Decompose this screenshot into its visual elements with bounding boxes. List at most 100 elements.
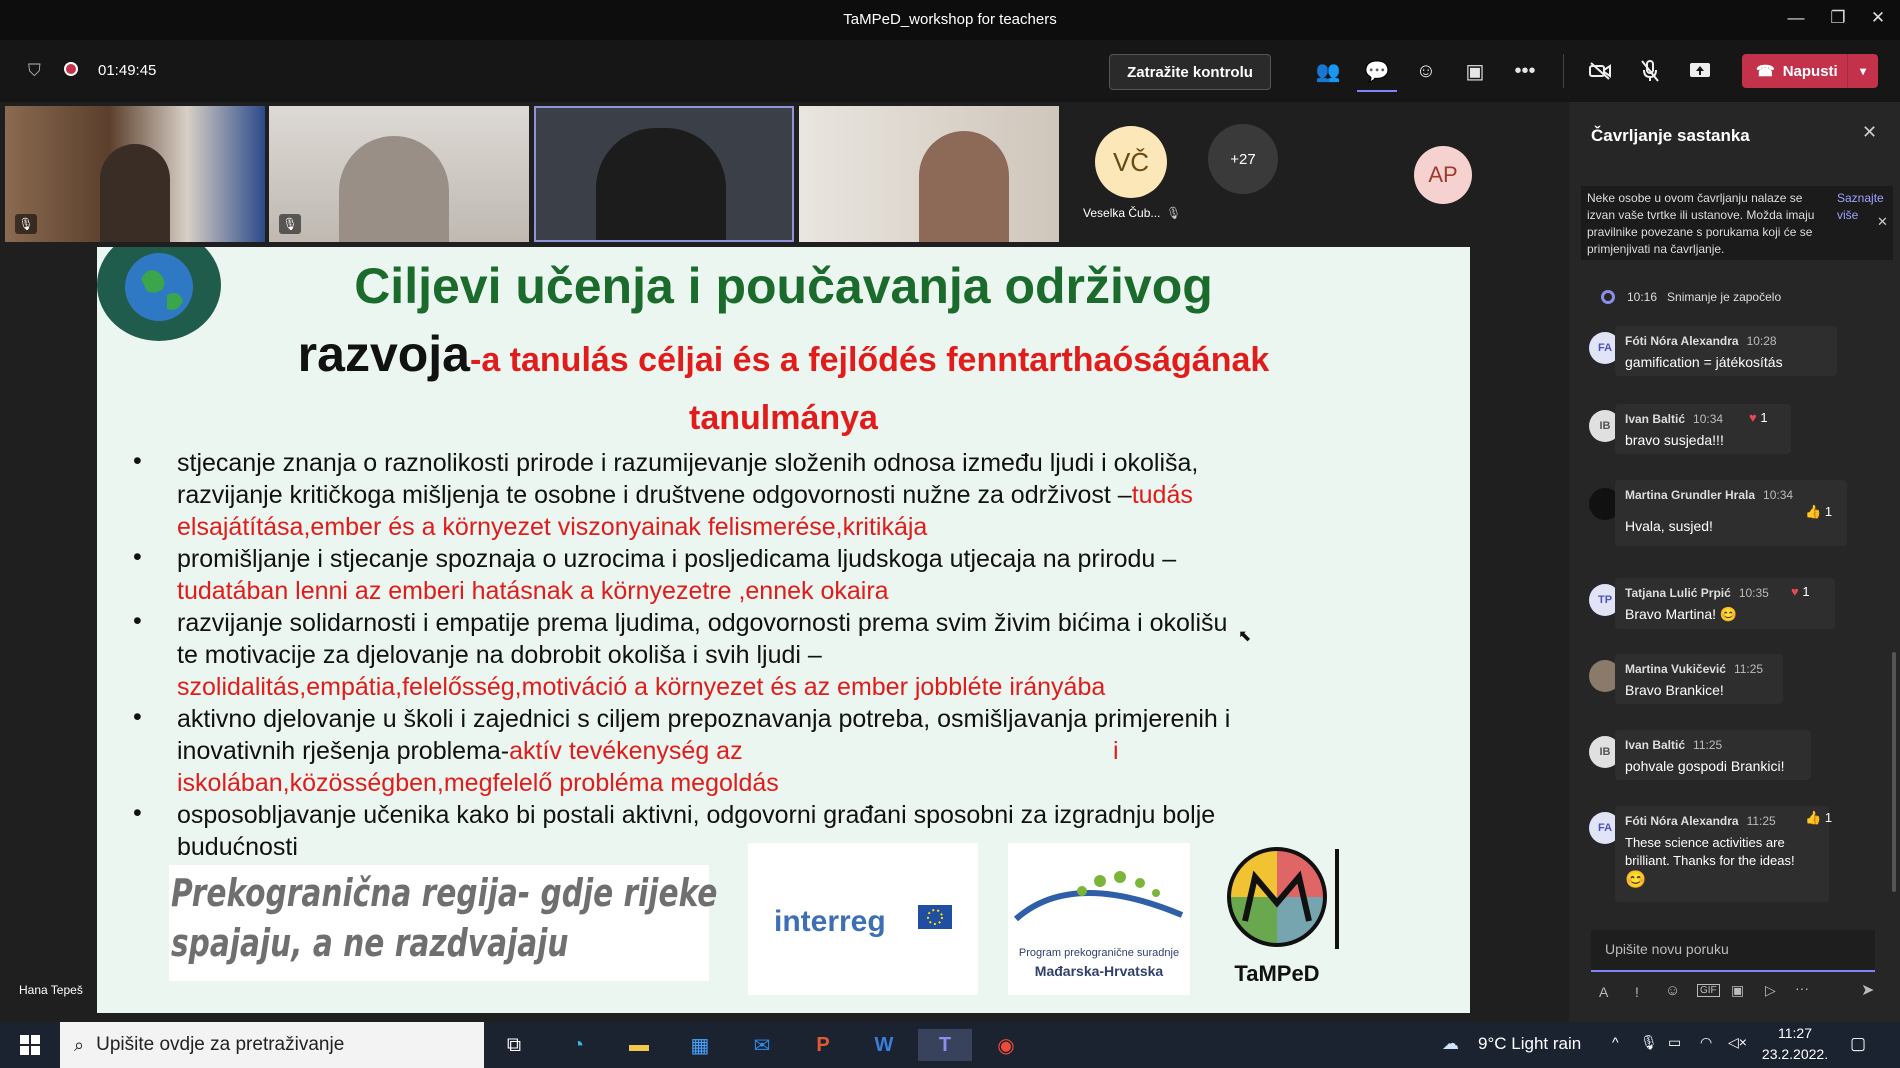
edge-icon[interactable]: ◔ (556, 1029, 600, 1061)
program-name: Program prekogranične suradnje (1018, 947, 1180, 959)
more-participants-badge[interactable]: +27 (1208, 124, 1278, 194)
speaker-name-label: Hana Tepeš (12, 980, 90, 1000)
avatar-ap[interactable]: AP (1414, 146, 1472, 204)
shield-icon: ⛉ (28, 61, 41, 80)
mail-icon[interactable]: ✉ (740, 1029, 784, 1061)
emoji-icon[interactable]: ☺ (1665, 982, 1680, 999)
message-text: pohvale gospodi Brankici! (1625, 758, 1785, 774)
gif-icon[interactable]: GIF (1697, 984, 1720, 997)
tamped-wordmark: TaMPeD (1234, 961, 1320, 986)
slide-title-hr: razvoja (297, 326, 470, 382)
bullet-4-line2-hu-end: i (1113, 737, 1119, 765)
task-view-icon[interactable]: ⧉ (492, 1029, 536, 1061)
clock-time[interactable]: 11:27 (1760, 1025, 1830, 1041)
more-actions-icon[interactable]: ••• (1505, 52, 1545, 90)
mic-off-icon[interactable] (1630, 52, 1670, 90)
heart-reaction[interactable]: ♥ 1 (1749, 410, 1768, 425)
store-icon[interactable]: ▦ (678, 1029, 722, 1061)
like-reaction[interactable]: 👍 1 (1805, 810, 1832, 826)
chrome-icon[interactable]: ◉ (984, 1029, 1028, 1061)
bullet-3-line3: szolidalitás,empátia,felelősség,motiváci… (177, 673, 1106, 701)
view-icon[interactable]: ▣ (1455, 52, 1495, 90)
camera-off-icon[interactable] (1580, 52, 1620, 90)
reaction-count: 1 (1802, 584, 1810, 599)
close-chat-icon[interactable]: ✕ (1862, 122, 1877, 143)
teams-icon[interactable]: T (918, 1029, 972, 1061)
chevron-down-icon[interactable]: ▾ (1847, 54, 1878, 88)
weather-icon: ☁ (1442, 1034, 1459, 1053)
chat-scrollbar[interactable] (1892, 652, 1896, 892)
powerpoint-icon[interactable]: P (801, 1029, 845, 1061)
system-message: 10:16 Snimanje je započelo (1627, 290, 1781, 304)
message-text: Bravo Brankice! (1625, 682, 1724, 698)
participant-name-vc: Veselka Čub... (1083, 206, 1161, 220)
send-icon[interactable]: ➤ (1861, 980, 1874, 1000)
participant-video-2[interactable]: 🎙 (269, 106, 529, 242)
avatar-vc[interactable]: VČ (1095, 126, 1167, 198)
sender-name: Fóti Nóra Alexandra (1625, 334, 1739, 348)
weather-text[interactable]: 9°C Light rain (1478, 1034, 1581, 1054)
sticker-icon[interactable]: ▣ (1731, 982, 1744, 999)
bullet-1-line1: stjecanje znanja o raznolikosti prirode … (177, 449, 1199, 477)
format-icon[interactable]: A (1599, 984, 1608, 1000)
sender-name: Martina Vukičević (1625, 662, 1726, 676)
bullet-dot: • (133, 607, 142, 635)
thumbs-up-icon: 👍 (1805, 504, 1822, 519)
participant-video-4[interactable] (799, 106, 1059, 242)
wifi-icon[interactable]: ◠ (1700, 1034, 1712, 1051)
notice-text: Neke osobe u ovom čavrljanju nalaze se i… (1587, 191, 1815, 256)
request-control-button[interactable]: Zatražite kontrolu (1109, 54, 1271, 90)
microphone-icon[interactable]: 🎙 (1640, 1034, 1658, 1051)
heart-reaction[interactable]: ♥ 1 (1791, 584, 1810, 599)
window-title-bar: TaMPeD_workshop for teachers — ❐ ✕ (0, 0, 1900, 40)
interreg-wordmark: interreg (774, 905, 886, 938)
share-screen-icon[interactable] (1680, 52, 1720, 90)
restore-icon[interactable]: ❐ (1818, 8, 1858, 28)
volume-icon[interactable]: ◁× (1728, 1034, 1747, 1051)
schedule-icon[interactable]: ▷ (1765, 982, 1776, 999)
minimize-icon[interactable]: — (1776, 8, 1816, 28)
participant-video-1[interactable]: 🎙 (5, 106, 265, 242)
clock-date[interactable]: 23.2.2022. (1760, 1046, 1830, 1062)
bullet-1-line2-hu: tudás (1131, 481, 1193, 509)
program-countries: Mađarska-Hrvatska (1034, 963, 1164, 979)
motto-box: Prekogranična regija- gdje rijeke spajaj… (169, 865, 717, 981)
battery-icon[interactable]: ▭ (1668, 1034, 1681, 1051)
message-text: Hvala, susjed! (1625, 518, 1713, 534)
file-explorer-icon[interactable]: ▬ (617, 1029, 661, 1061)
reaction-count: 1 (1760, 410, 1768, 425)
message-text: Bravo Martina! 😊 (1625, 606, 1738, 622)
bullet-1-line3: elsajátítása,ember és a környezet viszon… (177, 513, 928, 541)
message-input[interactable]: Upišite novu poruku (1591, 930, 1875, 972)
window-title: TaMPeD_workshop for teachers (843, 11, 1057, 28)
close-window-icon[interactable]: ✕ (1858, 8, 1898, 28)
taskbar-search[interactable]: ⌕ Upišite ovdje za pretraživanje (60, 1022, 484, 1068)
bullet-dot: • (133, 543, 142, 571)
like-reaction[interactable]: 👍 1 (1805, 504, 1832, 520)
bullet-4-line3: iskolában,közösségben,megfelelő probléma… (177, 769, 779, 797)
participant-video-3-active[interactable] (534, 106, 794, 242)
message-text: gamification = játékosítás (1625, 354, 1783, 370)
bullet-1-line2: razvijanje kritičkoga mišljenja te osobn… (177, 479, 1193, 511)
close-notice-icon[interactable]: ✕ (1877, 214, 1888, 230)
chat-icon[interactable]: 💬 (1357, 52, 1397, 92)
message-text: bravo susjeda!!! (1625, 432, 1724, 448)
windows-start-icon[interactable] (8, 1029, 52, 1061)
message-time: 10:28 (1746, 334, 1777, 348)
notifications-icon[interactable]: ▢ (1850, 1034, 1866, 1054)
word-icon[interactable]: W (862, 1029, 906, 1061)
system-text: Snimanje je započelo (1667, 290, 1782, 304)
chat-panel: Čavrljanje sastanka ✕ Neke osobe u ovom … (1569, 102, 1900, 1022)
participants-icon[interactable]: 👥 (1308, 52, 1348, 90)
reactions-icon[interactable]: ☺ (1406, 52, 1446, 90)
sender-name: Martina Grundler Hrala (1625, 488, 1756, 502)
message-time: 11:25 (1746, 814, 1776, 828)
chevron-up-icon[interactable]: ^ (1612, 1034, 1619, 1050)
attach-icon[interactable]: ! (1635, 984, 1639, 1000)
more-options-icon[interactable]: ··· (1795, 980, 1809, 996)
reaction-count: 1 (1824, 810, 1833, 825)
bullet-4-line1: aktivno djelovanje u školi i zajednici s… (177, 705, 1231, 733)
program-logo: Program prekogranične suradnje Mađarska-… (1008, 843, 1190, 995)
leave-button[interactable]: ☎ Napusti ▾ (1742, 54, 1878, 88)
leave-label: Napusti (1782, 62, 1838, 80)
